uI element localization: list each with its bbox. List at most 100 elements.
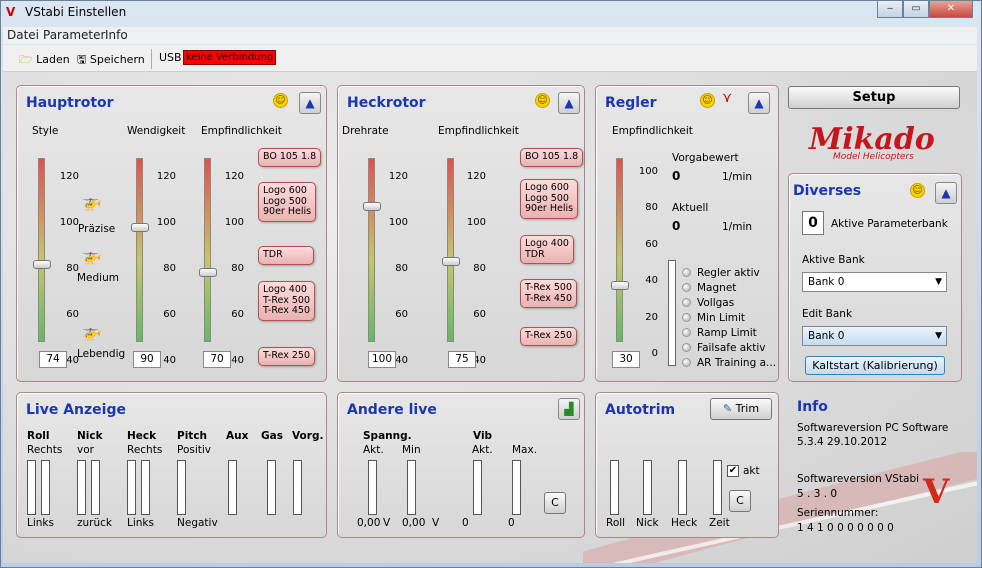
- led: [682, 358, 691, 367]
- close-button[interactable]: ✕: [929, 1, 973, 18]
- aktive-bank-select[interactable]: Bank 0 ▼: [802, 272, 947, 292]
- live-col-nick: Nick: [77, 430, 103, 442]
- wendigkeit-value[interactable]: 90: [133, 351, 161, 368]
- wendigkeit-slider-thumb[interactable]: [131, 223, 149, 232]
- hauptrotor-panel: Hauptrotor ☺ ▲ Style Wendigkeit Empfindl…: [16, 85, 327, 382]
- info-title: Info: [797, 399, 828, 415]
- vib-max-value: 0: [508, 517, 515, 529]
- clear-button[interactable]: C: [544, 492, 566, 514]
- voltage-act-value: 0,00: [357, 517, 381, 529]
- menu-parameter[interactable]: Parameter: [43, 28, 105, 42]
- style-slider-thumb[interactable]: [33, 260, 51, 269]
- setup-button[interactable]: Setup: [788, 86, 960, 109]
- vstabi-v3-logo: V: [923, 472, 950, 512]
- heck-empf-slider-track[interactable]: [447, 158, 454, 342]
- empfindlichkeit-label: Empfindlichkeit: [201, 125, 282, 137]
- regler-slider-track[interactable]: [616, 158, 623, 342]
- vorgabewert-value: 0: [672, 169, 681, 183]
- aktuell-value: 0: [672, 219, 681, 233]
- autotrim-clear-button[interactable]: C: [729, 490, 751, 512]
- vorgabewert-unit: 1/min: [722, 171, 753, 183]
- tick: 100: [156, 217, 176, 228]
- vorgabewert-label: Vorgabewert: [672, 152, 739, 164]
- live-col-gas: Gas: [261, 430, 283, 442]
- drehrate-value[interactable]: 100: [368, 351, 396, 368]
- regler-output-bar: [668, 260, 676, 366]
- callout-tdr: TDR: [258, 246, 314, 265]
- andere-live-panel: Andere live ▟ Spanng. Akt. Min 0,00 V 0,…: [337, 392, 585, 538]
- autotrim-bar-roll: [610, 460, 619, 515]
- live-bar: [293, 460, 302, 515]
- edit-bank-select[interactable]: Bank 0 ▼: [802, 326, 947, 346]
- vib-akt-label: Akt.: [472, 444, 493, 456]
- tick: 80: [395, 263, 408, 274]
- akt-checkbox[interactable]: ✔: [727, 465, 739, 477]
- live-heck-bottom: Links: [127, 517, 154, 529]
- kaltstart-button[interactable]: Kaltstart (Kalibrierung): [805, 356, 945, 375]
- live-bar: [91, 460, 100, 515]
- heck-empf-slider-thumb[interactable]: [442, 257, 460, 266]
- pc-sw-label: Softwareversion PC Software: [797, 422, 949, 434]
- vstabi-app-icon: V: [6, 5, 16, 19]
- trim-button[interactable]: ✎ Trim: [710, 398, 772, 420]
- wendigkeit-label: Wendigkeit: [127, 125, 186, 137]
- tick: 100: [59, 217, 79, 228]
- expert-mode-button[interactable]: ▲: [935, 182, 957, 204]
- live-bar: [127, 460, 136, 515]
- aktuell-label: Aktuell: [672, 202, 709, 214]
- live-bar: [77, 460, 86, 515]
- drehrate-slider-track[interactable]: [368, 158, 375, 342]
- regler-ticks: 100 80 60 40 20 0: [634, 154, 658, 372]
- menu-datei[interactable]: Datei: [7, 28, 39, 42]
- callout-logo600: Logo 600 Logo 500 90er Helis: [520, 179, 579, 219]
- live-bar: [228, 460, 237, 515]
- live-bar: [27, 460, 36, 515]
- callout-bo105: BO 105 1.8: [258, 148, 322, 167]
- live-anzeige-panel: Live Anzeige Roll Rechts Links Nick vor …: [16, 392, 327, 538]
- status-vollgas: Vollgas: [697, 297, 735, 309]
- expert-mode-button[interactable]: ▲: [299, 92, 321, 114]
- expert-mode-button[interactable]: ▲: [748, 92, 770, 114]
- andere-live-title: Andere live: [347, 402, 437, 418]
- regler-title: Regler: [605, 95, 657, 111]
- wendigkeit-slider-track[interactable]: [136, 158, 143, 342]
- led: [682, 268, 691, 277]
- load-button[interactable]: 🗁 Laden: [19, 51, 70, 70]
- style-slider-track[interactable]: [38, 158, 45, 342]
- autotrim-label-nick: Nick: [636, 517, 659, 529]
- helicopter-precise-icon: 🚁: [82, 192, 102, 211]
- style-value[interactable]: 74: [39, 351, 67, 368]
- autotrim-bar-zeit: [713, 460, 722, 515]
- save-button[interactable]: 🖫 Speichern: [77, 51, 145, 70]
- regler-panel: Regler ☺ ⋎ ▲ Empfindlichkeit 100 80 60 40 20…: [595, 85, 779, 382]
- minimize-button[interactable]: ‒: [877, 1, 903, 18]
- smiley-icon: ☺: [273, 93, 288, 108]
- title-bar[interactable]: V VStabi Einstellen ‒ ▭ ✕: [1, 1, 981, 25]
- vstabi-sw-value: 5 . 3 . 0: [797, 488, 838, 500]
- akt-checkbox-label: akt: [743, 465, 760, 477]
- maximize-button[interactable]: ▭: [903, 1, 929, 18]
- regler-slider-thumb[interactable]: [611, 281, 629, 290]
- heck-empf-value[interactable]: 75: [448, 351, 476, 368]
- empf-value[interactable]: 70: [203, 351, 231, 368]
- live-bar: [267, 460, 276, 515]
- vib-act-bar: [473, 460, 482, 515]
- status-min-limit: Min Limit: [697, 312, 745, 324]
- regler-empf-value[interactable]: 30: [612, 351, 640, 368]
- graph-icon-button[interactable]: ▟: [558, 398, 580, 420]
- led: [682, 313, 691, 322]
- empf-slider-thumb[interactable]: [199, 268, 217, 277]
- status-ramp-limit: Ramp Limit: [697, 327, 757, 339]
- folder-open-icon: 🗁: [19, 53, 33, 66]
- live-bar: [41, 460, 50, 515]
- empf-ticks: 120 100 80 60 40: [220, 154, 244, 384]
- regler-empf-label: Empfindlichkeit: [612, 125, 693, 137]
- drehrate-slider-thumb[interactable]: [363, 202, 381, 211]
- governor-curve-icon: ⋎: [722, 90, 733, 106]
- expert-mode-button[interactable]: ▲: [558, 92, 580, 114]
- menu-info[interactable]: Info: [105, 28, 128, 42]
- empf-slider-track[interactable]: [204, 158, 211, 342]
- live-col-roll: Roll: [27, 430, 50, 442]
- tick: 60: [473, 309, 486, 320]
- callout-logo600: Logo 600 Logo 500 90er Helis: [258, 182, 317, 222]
